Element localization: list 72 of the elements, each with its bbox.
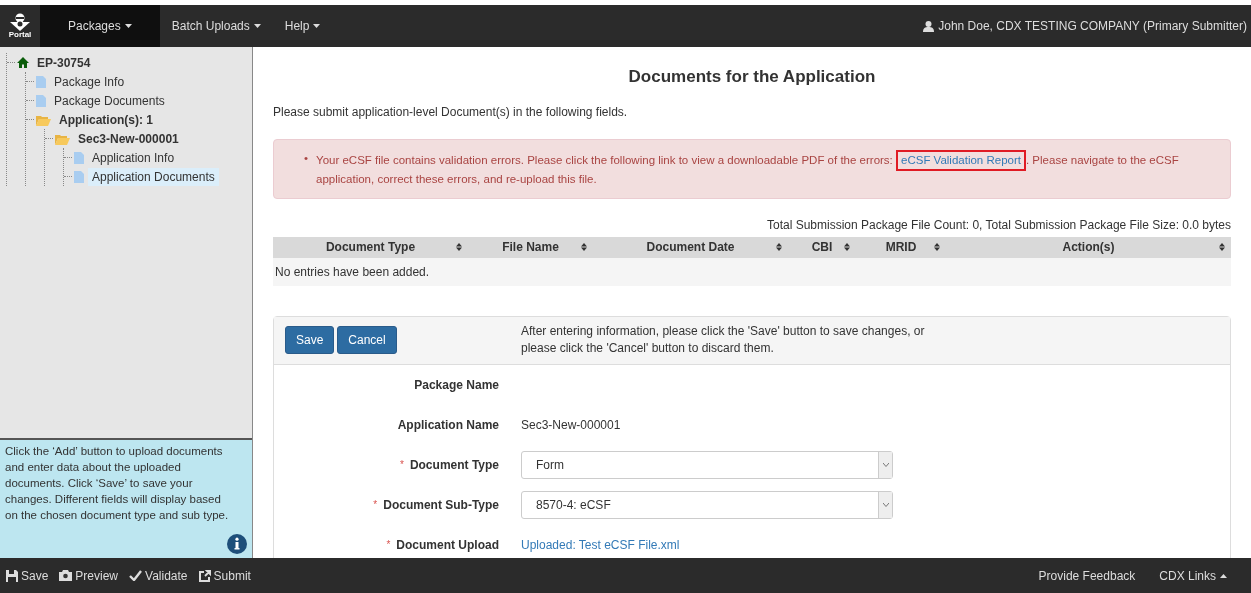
report-link[interactable]: eCSF Validation Report bbox=[901, 153, 1021, 166]
camera-icon bbox=[59, 570, 73, 581]
select-field[interactable]: 8570-4: eCSF bbox=[521, 490, 893, 519]
column-header[interactable]: CBI bbox=[788, 236, 856, 258]
form-button[interactable]: Cancel bbox=[337, 326, 397, 354]
chevron-down-icon bbox=[882, 462, 889, 467]
field-value: Sec3-New-000001 bbox=[521, 416, 621, 434]
intro-text: Please submit application-level Document(s) in the following fields. bbox=[273, 103, 629, 121]
help-text: Click the ‘Add’ button to upload documents and enter data about the uploaded documents. Click ‘Save’ to save your changes. Different fields will display based on the chosen document type and sub type. bbox=[5, 444, 230, 523]
empty-table-text: No entries have been added. bbox=[274, 263, 431, 281]
field-label: Package Name bbox=[414, 376, 499, 394]
toolbar-button[interactable]: Submit bbox=[198, 566, 251, 585]
tree-item[interactable]: Application(s): 1 bbox=[55, 110, 157, 129]
tree-item[interactable]: Package Info bbox=[50, 72, 129, 91]
checkmark-icon bbox=[129, 570, 143, 581]
tree-item[interactable]: Application Info bbox=[88, 148, 179, 167]
required-asterisk: * bbox=[399, 458, 404, 472]
home-icon bbox=[17, 57, 29, 68]
tree-item[interactable]: EP-30754 bbox=[33, 53, 95, 72]
footer-link[interactable]: CDX Links bbox=[1159, 566, 1227, 585]
logo-text: Portal bbox=[8, 31, 32, 39]
column-header[interactable]: File Name bbox=[468, 236, 593, 258]
caret-icon bbox=[1220, 574, 1227, 579]
share-icon bbox=[198, 569, 211, 582]
field-label: Application Name bbox=[397, 416, 499, 434]
column-header[interactable]: Action(s) bbox=[946, 236, 1231, 258]
required-asterisk: * bbox=[373, 498, 378, 512]
tree-item[interactable]: Package Documents bbox=[50, 91, 169, 110]
sort-icon bbox=[456, 243, 462, 251]
column-header[interactable]: Document Type bbox=[273, 236, 468, 258]
field-label: Document Upload bbox=[396, 536, 499, 554]
caret-icon bbox=[253, 24, 261, 28]
nav-menu[interactable]: Help bbox=[272, 5, 333, 47]
sort-icon bbox=[776, 243, 782, 251]
form-instructions: After entering information, please click the 'Save' button to save changes, or please click the 'Cancel' button to discard them. bbox=[521, 323, 926, 357]
info-icon[interactable] bbox=[227, 534, 247, 554]
toolbar-button[interactable]: Preview bbox=[59, 566, 119, 585]
select-field[interactable]: Form bbox=[521, 450, 893, 479]
bullet: • bbox=[304, 150, 309, 166]
document-icon bbox=[36, 94, 46, 107]
column-header[interactable]: MRID bbox=[856, 236, 946, 258]
required-asterisk: * bbox=[386, 538, 391, 552]
column-header[interactable]: Document Date bbox=[593, 236, 788, 258]
document-icon bbox=[74, 170, 84, 183]
document-icon bbox=[36, 75, 46, 88]
toolbar-button[interactable]: Validate bbox=[129, 566, 188, 585]
toolbar-button[interactable]: Save bbox=[6, 566, 49, 585]
tree-item[interactable]: Application Documents bbox=[88, 167, 219, 186]
document-icon bbox=[74, 151, 84, 164]
page-title: Documents for the Application bbox=[627, 66, 877, 88]
sort-icon bbox=[844, 243, 850, 251]
field-label: Document Sub-Type bbox=[383, 496, 499, 514]
caret-icon bbox=[124, 24, 132, 28]
uploaded-file-link[interactable]: Uploaded: Test eCSF File.xml bbox=[521, 535, 680, 554]
totals-text: Total Submission Package File Count: 0, Total Submission Package File Size: 0.0 bytes bbox=[766, 216, 1231, 234]
user-name[interactable]: John Doe, CDX TESTING COMPANY (Primary Submitter) bbox=[938, 17, 1247, 35]
field-label: Document Type bbox=[409, 456, 499, 474]
caret-icon bbox=[313, 24, 321, 28]
logo-icon bbox=[10, 13, 30, 31]
form-button[interactable]: Save bbox=[285, 326, 335, 354]
nav-menu[interactable]: Packages bbox=[40, 5, 160, 47]
nav-menu[interactable]: Batch Uploads bbox=[159, 5, 273, 47]
folder-icon bbox=[55, 132, 70, 145]
alert-text: Your eCSF file contains validation errors. Please click the following link to view a downloadable PDF of the errors: eCSF Validation Report . Please navigate to the eCSF application, correct these errors, and re-upload this file. bbox=[316, 149, 1210, 188]
chevron-down-icon bbox=[882, 502, 889, 507]
sort-icon bbox=[1219, 243, 1225, 251]
user-icon bbox=[923, 20, 935, 32]
folder-icon bbox=[36, 113, 51, 126]
sort-icon bbox=[581, 243, 587, 251]
footer-link[interactable]: Provide Feedback bbox=[1038, 566, 1136, 585]
tree-item[interactable]: Sec3-New-000001 bbox=[74, 129, 183, 148]
sort-icon bbox=[934, 243, 940, 251]
